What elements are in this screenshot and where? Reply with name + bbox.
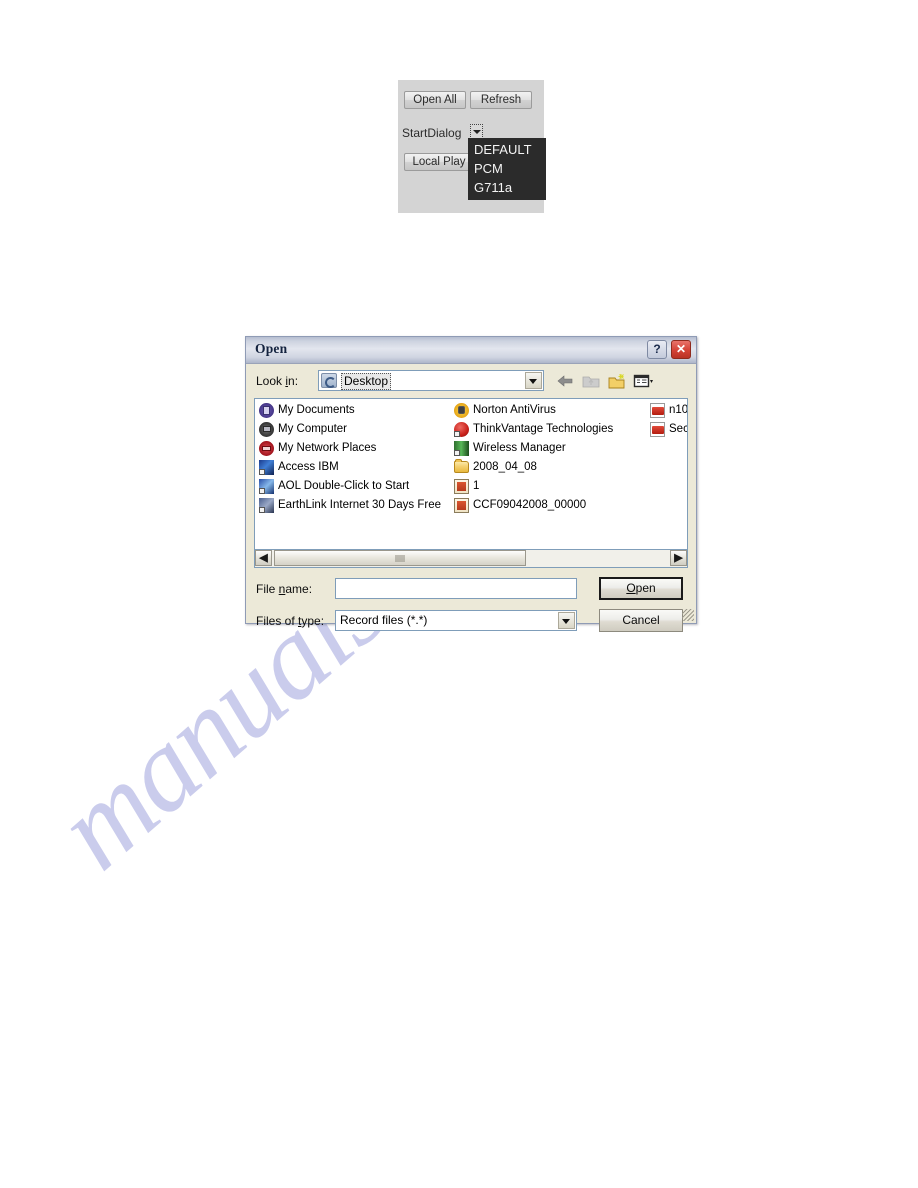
codec-menu-item-pcm[interactable]: PCM — [468, 159, 546, 178]
file-name-label: File name: — [256, 582, 313, 596]
list-item-label: 1 — [473, 480, 480, 492]
document-icon — [454, 479, 469, 494]
dialog-title: Open — [255, 341, 288, 356]
file-list-horizontal-scrollbar[interactable]: ◀ ▶ — [254, 550, 688, 568]
help-icon[interactable]: ? — [647, 340, 667, 359]
playback-toolbar-panel: Open All Refresh StartDialog Local Play … — [398, 80, 546, 213]
list-item-label: Norton AntiVirus — [473, 404, 556, 416]
pdf-icon — [650, 403, 665, 418]
list-item[interactable]: AOL Double-Click to Start — [258, 477, 454, 496]
pdf-icon — [650, 422, 665, 437]
close-icon[interactable]: ✕ — [671, 340, 691, 359]
views-icon[interactable] — [632, 371, 654, 391]
open-button[interactable]: Open — [599, 577, 683, 600]
scroll-right-button[interactable]: ▶ — [670, 550, 687, 566]
list-item-label: My Documents — [278, 404, 355, 416]
list-item[interactable]: Norton AntiVirus — [453, 401, 649, 420]
codec-dropdown-menu[interactable]: DEFAULT PCM G711a — [468, 138, 546, 200]
chevron-down-icon — [562, 619, 570, 624]
shortcut-icon — [454, 441, 469, 456]
look-in-value: Desktop — [341, 373, 392, 390]
file-list-column-2: Norton AntiVirus ThinkVantage Technologi… — [453, 401, 649, 515]
list-item-label: AOL Double-Click to Start — [278, 480, 410, 492]
list-item-label: My Network Places — [278, 442, 377, 454]
list-item-label: Secu — [669, 423, 687, 435]
file-list-column-1: My Documents My Computer My Network Plac… — [258, 401, 454, 515]
back-icon[interactable] — [554, 371, 576, 391]
list-item-label: EarthLink Internet 30 Days Free — [278, 499, 441, 511]
files-of-type-combobox[interactable]: Record files (*.*) — [335, 610, 577, 631]
local-play-button[interactable]: Local Play — [404, 153, 474, 171]
list-item-label: ThinkVantage Technologies — [473, 423, 614, 435]
refresh-button[interactable]: Refresh — [470, 91, 532, 109]
file-name-input[interactable] — [335, 578, 577, 599]
codec-menu-item-default[interactable]: DEFAULT — [468, 140, 546, 159]
list-item[interactable]: n100 — [649, 401, 688, 420]
list-item[interactable]: EarthLink Internet 30 Days Free — [258, 496, 454, 515]
look-in-combobox[interactable]: Desktop — [318, 370, 544, 391]
my-computer-icon — [259, 422, 274, 437]
my-network-places-icon — [259, 441, 274, 456]
list-item-label: 2008_04_08 — [473, 461, 537, 473]
files-of-type-value: Record files (*.*) — [340, 613, 428, 627]
list-item-label: n100 — [669, 404, 688, 416]
scrollbar-thumb[interactable] — [274, 550, 526, 566]
list-item[interactable]: My Documents — [258, 401, 454, 420]
files-of-type-label: Files of type: — [256, 614, 325, 628]
list-item-label: Wireless Manager — [473, 442, 566, 454]
dialog-body: Look in: Desktop My Documents My Compute… — [246, 364, 696, 632]
new-folder-icon[interactable] — [606, 371, 628, 391]
open-file-dialog: Open ? ✕ Look in: Desktop My Documents M… — [245, 336, 697, 632]
grip-icon — [395, 555, 405, 562]
scroll-left-button[interactable]: ◀ — [255, 550, 272, 566]
folder-icon — [454, 459, 469, 473]
codec-menu-item-g711a[interactable]: G711a — [468, 178, 546, 197]
list-item-label: Access IBM — [278, 461, 339, 473]
chevron-down-icon — [529, 379, 537, 384]
shortcut-icon — [454, 422, 469, 437]
list-item[interactable]: Wireless Manager — [453, 439, 649, 458]
codec-dropdown-button[interactable] — [470, 124, 483, 139]
list-item[interactable]: Access IBM — [258, 458, 454, 477]
look-in-label: Look in: — [256, 374, 299, 388]
open-all-button[interactable]: Open All — [404, 91, 466, 109]
list-item[interactable]: 2008_04_08 — [453, 458, 649, 477]
shortcut-icon — [259, 460, 274, 475]
list-item[interactable]: ThinkVantage Technologies — [453, 420, 649, 439]
cancel-button[interactable]: Cancel — [599, 609, 683, 632]
files-of-type-dropdown-button[interactable] — [558, 612, 575, 629]
chevron-down-icon — [473, 130, 481, 134]
list-item[interactable]: My Computer — [258, 420, 454, 439]
file-list-column-3: n100 Secu — [649, 401, 688, 439]
desktop-icon — [321, 373, 337, 388]
dialog-titlebar: Open ? ✕ — [246, 337, 696, 364]
up-folder-icon — [580, 371, 602, 391]
start-dialog-label: StartDialog — [402, 126, 462, 140]
shortcut-icon — [259, 479, 274, 494]
shortcut-icon — [454, 403, 469, 418]
look-in-row: Look in: Desktop — [254, 370, 688, 394]
list-item[interactable]: CCF09042008_00000 — [453, 496, 649, 515]
list-item[interactable]: 1 — [453, 477, 649, 496]
document-icon — [454, 498, 469, 513]
file-list[interactable]: My Documents My Computer My Network Plac… — [254, 398, 688, 550]
list-item-label: CCF09042008_00000 — [473, 499, 587, 511]
my-documents-icon — [259, 403, 274, 418]
resize-grip[interactable] — [682, 609, 694, 621]
list-item-label: My Computer — [278, 423, 348, 435]
shortcut-icon — [259, 498, 274, 513]
list-item[interactable]: Secu — [649, 420, 687, 439]
look-in-dropdown-button[interactable] — [525, 372, 542, 389]
list-item[interactable]: My Network Places — [258, 439, 454, 458]
